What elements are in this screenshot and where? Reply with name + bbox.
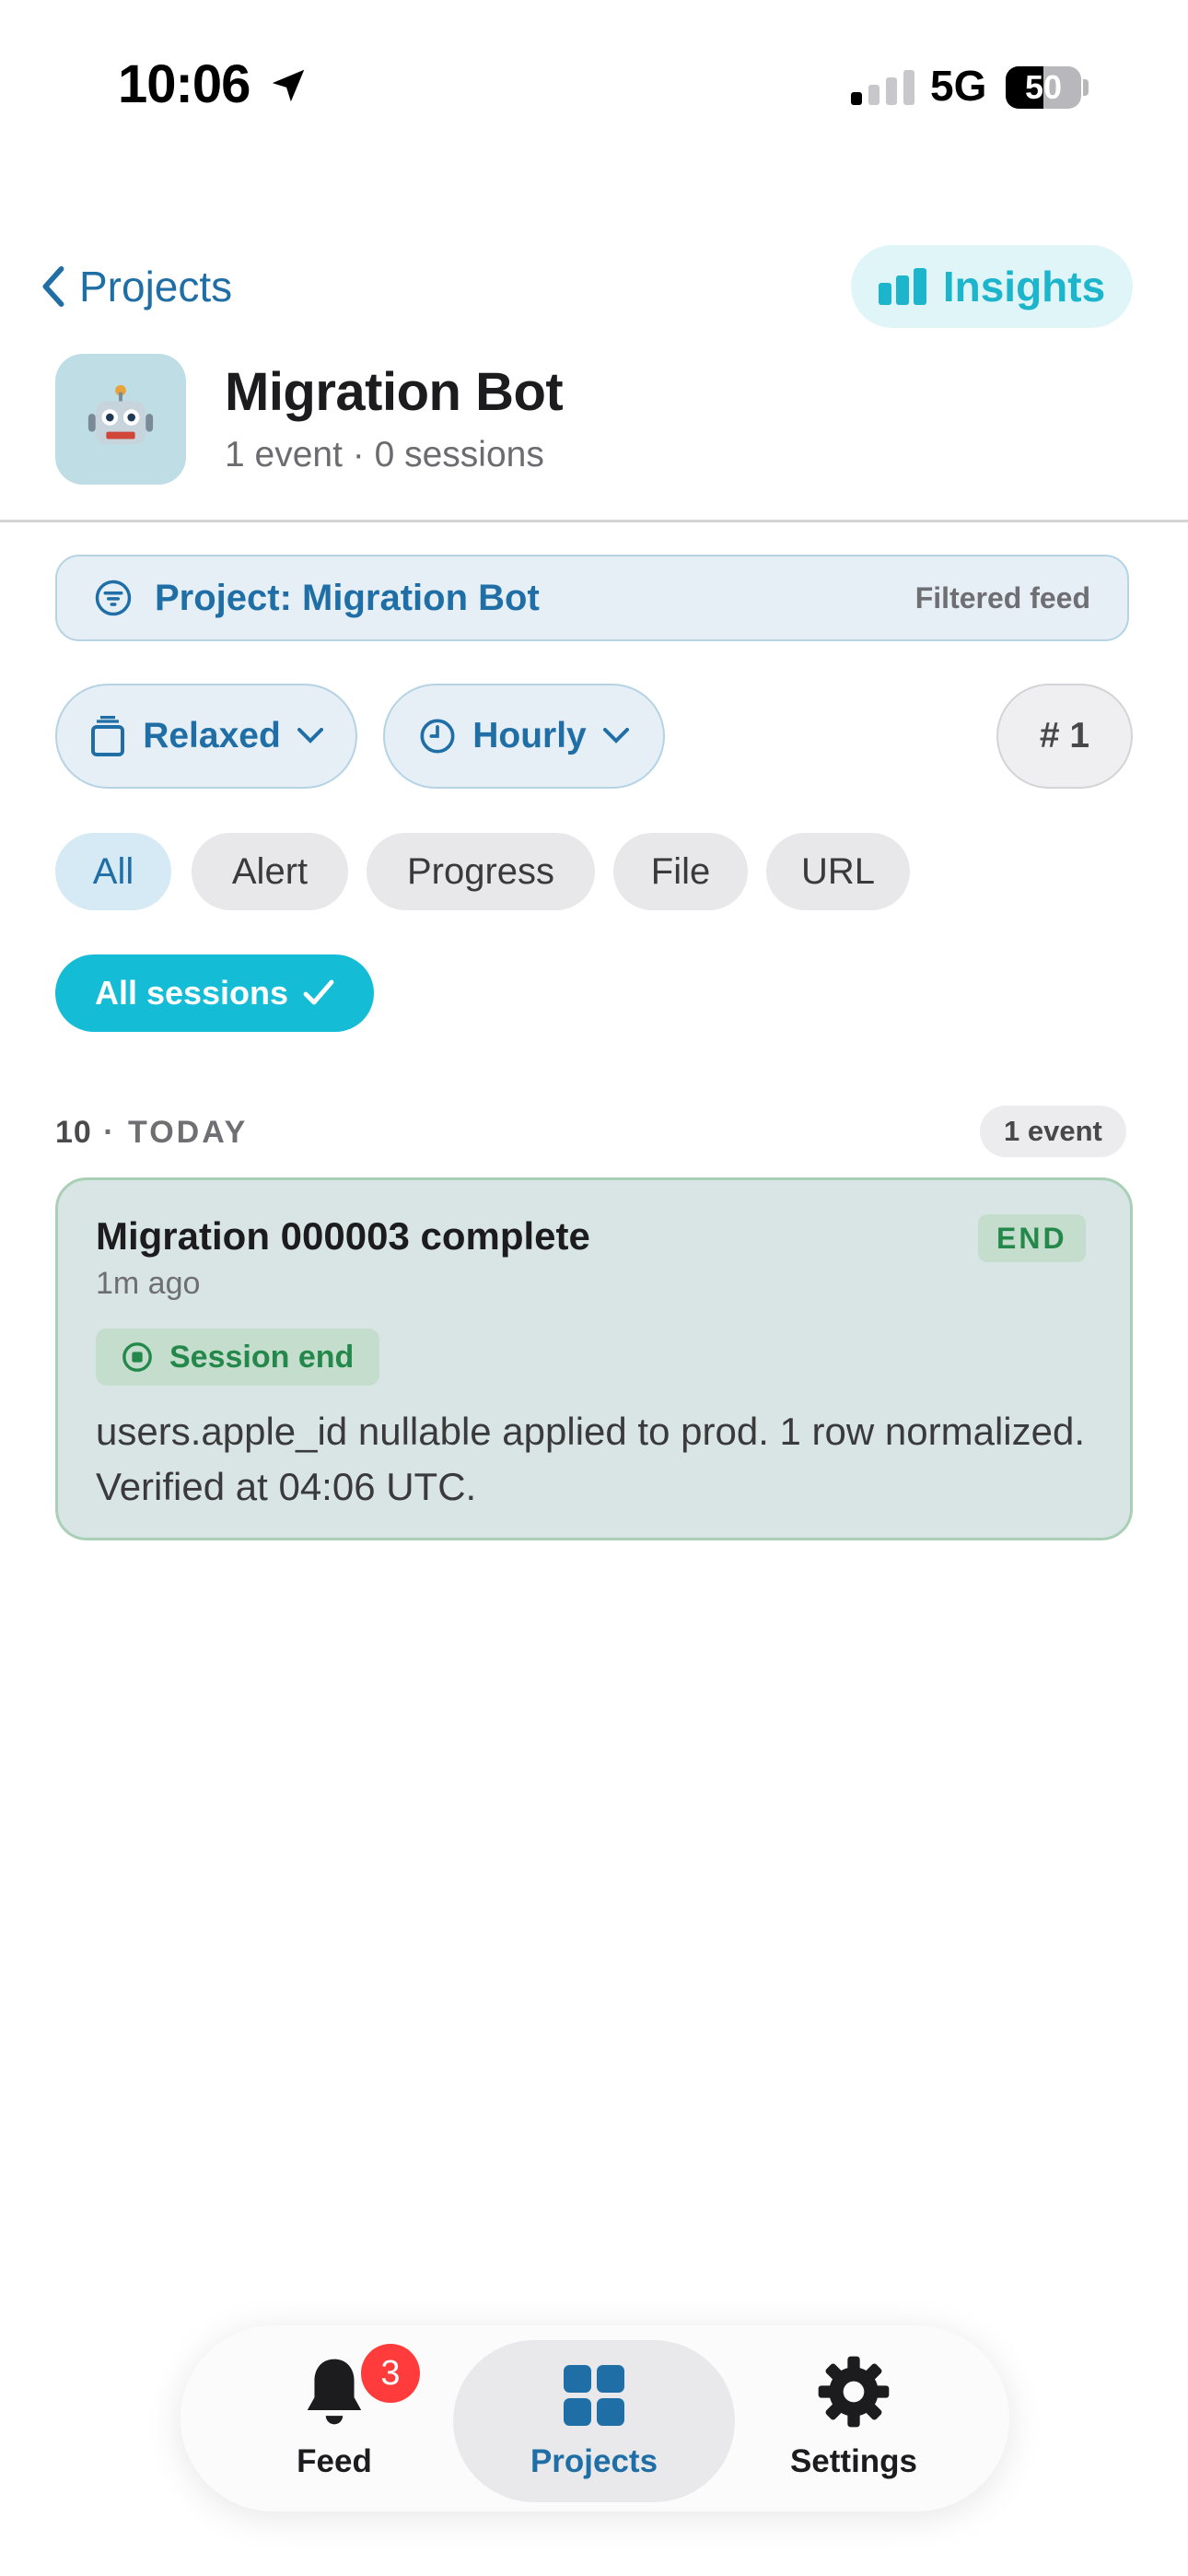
event-time: 1m ago: [96, 1266, 201, 1301]
gear-icon: [818, 2356, 890, 2428]
density-label: Relaxed: [143, 716, 281, 755]
stop-circle-icon: [122, 1342, 152, 1372]
filter-icon: [95, 580, 132, 616]
header-divider: [0, 520, 1188, 522]
filter-label: Project: Migration Bot: [155, 577, 540, 618]
group-day: · TODAY: [103, 1115, 249, 1150]
insights-label: Insights: [942, 263, 1106, 310]
battery-cap: [1083, 79, 1089, 96]
project-subtitle: 1 event · 0 sessions: [225, 435, 544, 474]
group-hour: 10: [55, 1115, 92, 1150]
chevron-down-icon: [602, 728, 629, 744]
project-avatar: [55, 354, 186, 485]
tab-projects-label: Projects: [530, 2443, 658, 2479]
back-button[interactable]: Projects: [39, 262, 232, 311]
project-filter-banner[interactable]: Project: Migration Bot Filtered feed: [55, 555, 1129, 641]
clock-icon: [420, 719, 455, 754]
tab-feed[interactable]: Feed: [193, 2340, 475, 2502]
tab-feed-label: Feed: [297, 2443, 372, 2479]
session-end-label: Session end: [169, 1339, 355, 1375]
grouping-dropdown[interactable]: Hourly: [383, 684, 665, 789]
density-dropdown[interactable]: Relaxed: [55, 684, 357, 789]
location-arrow-icon: [267, 64, 309, 111]
tab-settings[interactable]: Settings: [713, 2340, 995, 2502]
chip-progress[interactable]: Progress: [367, 833, 595, 910]
all-sessions-button[interactable]: All sessions: [55, 954, 374, 1032]
chip-alert[interactable]: Alert: [192, 833, 348, 910]
feed-badge: 3: [361, 2344, 420, 2403]
chip-file[interactable]: File: [613, 833, 748, 910]
bar-chart-icon: [878, 268, 926, 305]
chip-url[interactable]: URL: [766, 833, 910, 910]
robot-icon: [87, 384, 154, 445]
battery-icon: 50: [1006, 66, 1081, 109]
status-time: 10:06: [118, 54, 250, 114]
event-title: Migration 000003 complete: [96, 1214, 590, 1258]
project-title: Migration Bot: [225, 362, 564, 422]
stack-icon: [91, 716, 125, 756]
cellular-signal-icon: [851, 70, 914, 105]
tab-settings-label: Settings: [789, 2443, 918, 2479]
chevron-left-icon: [42, 265, 64, 308]
count-button[interactable]: # 1: [996, 684, 1133, 789]
tab-projects[interactable]: Projects: [453, 2340, 735, 2502]
all-sessions-label: All sessions: [94, 974, 289, 1012]
group-count-badge: 1 event: [980, 1106, 1126, 1157]
chevron-down-icon: [297, 728, 323, 744]
grouping-label: Hourly: [472, 716, 587, 755]
event-tag: END: [978, 1214, 1086, 1262]
filtered-feed-label: Filtered feed: [914, 580, 1090, 615]
back-label: Projects: [79, 263, 233, 310]
checkmark-icon: [303, 979, 334, 1005]
network-type: 5G: [930, 62, 987, 110]
battery-level: 50: [1024, 68, 1063, 106]
bell-icon: [307, 2359, 362, 2425]
group-header: 10 · TODAY: [55, 1115, 248, 1151]
grid-icon: [564, 2365, 624, 2426]
session-end-badge: Session end: [96, 1329, 380, 1386]
insights-button[interactable]: Insights: [851, 245, 1133, 328]
chip-all[interactable]: All: [55, 833, 171, 910]
event-body: users.apple_id nullable applied to prod.…: [96, 1410, 1085, 1508]
